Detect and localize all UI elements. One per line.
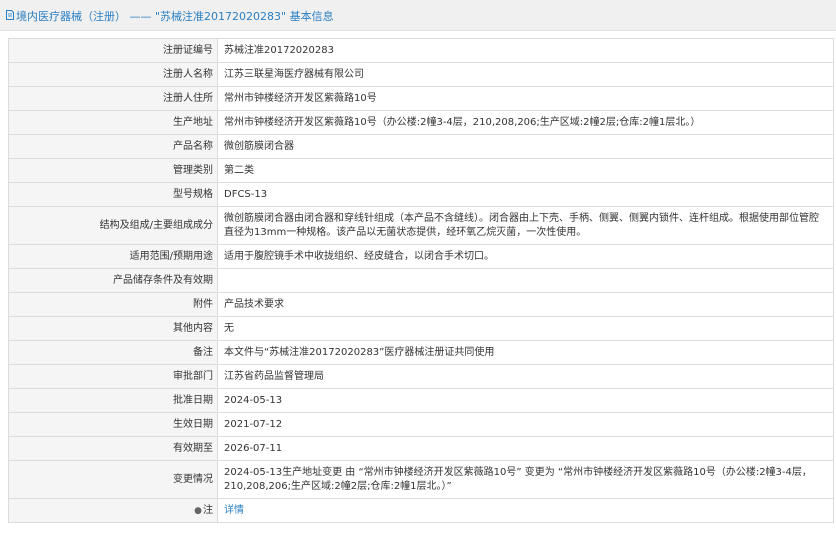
row-label: 备注 bbox=[8, 340, 218, 365]
table-row: 结构及组成/主要组成成分 微创筋膜闭合器由闭合器和穿线针组成（本产品不含缝线）。… bbox=[8, 206, 834, 245]
table-row: 注册人名称 江苏三联星海医疗器械有限公司 bbox=[8, 62, 834, 87]
row-label: 产品储存条件及有效期 bbox=[8, 268, 218, 293]
row-value: 2026-07-11 bbox=[217, 436, 834, 461]
row-label: 有效期至 bbox=[8, 436, 218, 461]
row-label: 审批部门 bbox=[8, 364, 218, 389]
row-value: 2024-05-13 bbox=[217, 388, 834, 413]
table-row: 审批部门 江苏省药品监督管理局 bbox=[8, 364, 834, 389]
row-label: 型号规格 bbox=[8, 182, 218, 207]
row-value: DFCS-13 bbox=[217, 182, 834, 207]
row-label: 适用范围/预期用途 bbox=[8, 244, 218, 269]
page-title: 境内医疗器械（注册） —— "苏械注准20172020283" 基本信息 bbox=[16, 10, 334, 23]
bulb-icon: ● bbox=[194, 505, 202, 516]
row-label: 变更情况 bbox=[8, 460, 218, 499]
table-row: 型号规格 DFCS-13 bbox=[8, 182, 834, 207]
table-row: 变更情况 2024-05-13生产地址变更 由 “常州市钟楼经济开发区紫薇路10… bbox=[8, 460, 834, 499]
note-label: 注 bbox=[203, 504, 213, 516]
row-value: 第二类 bbox=[217, 158, 834, 183]
table-row: 管理类别 第二类 bbox=[8, 158, 834, 183]
row-label: 产品名称 bbox=[8, 134, 218, 159]
info-table: 注册证编号 苏械注准20172020283 注册人名称 江苏三联星海医疗器械有限… bbox=[8, 38, 834, 523]
row-value: 无 bbox=[217, 316, 834, 341]
row-label: 批准日期 bbox=[8, 388, 218, 413]
table-row: 生效日期 2021-07-12 bbox=[8, 412, 834, 437]
table-row: 产品储存条件及有效期 bbox=[8, 268, 834, 293]
note-label-cell: ●注 bbox=[8, 498, 218, 523]
table-row: 注册人住所 常州市钟楼经济开发区紫薇路10号 bbox=[8, 86, 834, 111]
note-value: 详情 bbox=[217, 498, 834, 523]
details-link[interactable]: 详情 bbox=[224, 505, 244, 516]
table-row: 产品名称 微创筋膜闭合器 bbox=[8, 134, 834, 159]
row-value: 江苏省药品监督管理局 bbox=[217, 364, 834, 389]
row-value: 苏械注准20172020283 bbox=[217, 38, 834, 63]
row-label: 注册证编号 bbox=[8, 38, 218, 63]
row-value: 常州市钟楼经济开发区紫薇路10号 bbox=[217, 86, 834, 111]
row-value: 江苏三联星海医疗器械有限公司 bbox=[217, 62, 834, 87]
table-row: 生产地址 常州市钟楼经济开发区紫薇路10号（办公楼:2幢3-4层，210,208… bbox=[8, 110, 834, 135]
document-icon bbox=[6, 10, 14, 20]
row-value: 本文件与“苏械注准20172020283”医疗器械注册证共同使用 bbox=[217, 340, 834, 365]
table-row-note: ●注 详情 bbox=[8, 498, 834, 523]
row-label: 注册人住所 bbox=[8, 86, 218, 111]
table-row: 其他内容 无 bbox=[8, 316, 834, 341]
row-label: 其他内容 bbox=[8, 316, 218, 341]
row-value: 2024-05-13生产地址变更 由 “常州市钟楼经济开发区紫薇路10号” 变更… bbox=[217, 460, 834, 499]
row-label: 生产地址 bbox=[8, 110, 218, 135]
row-label: 生效日期 bbox=[8, 412, 218, 437]
row-value bbox=[217, 268, 834, 293]
row-value: 微创筋膜闭合器 bbox=[217, 134, 834, 159]
table-row: 附件 产品技术要求 bbox=[8, 292, 834, 317]
row-value: 微创筋膜闭合器由闭合器和穿线针组成（本产品不含缝线）。闭合器由上下壳、手柄、侧翼… bbox=[217, 206, 834, 245]
table-row: 备注 本文件与“苏械注准20172020283”医疗器械注册证共同使用 bbox=[8, 340, 834, 365]
page-header: 境内医疗器械（注册） —— "苏械注准20172020283" 基本信息 bbox=[0, 0, 836, 31]
row-value: 2021-07-12 bbox=[217, 412, 834, 437]
table-row: 批准日期 2024-05-13 bbox=[8, 388, 834, 413]
table-row: 注册证编号 苏械注准20172020283 bbox=[8, 38, 834, 63]
row-label: 管理类别 bbox=[8, 158, 218, 183]
row-label: 注册人名称 bbox=[8, 62, 218, 87]
row-value: 产品技术要求 bbox=[217, 292, 834, 317]
row-label: 附件 bbox=[8, 292, 218, 317]
table-row: 有效期至 2026-07-11 bbox=[8, 436, 834, 461]
row-value: 适用于腹腔镜手术中收拢组织、经皮缝合，以闭合手术切口。 bbox=[217, 244, 834, 269]
row-value: 常州市钟楼经济开发区紫薇路10号（办公楼:2幢3-4层，210,208,206;… bbox=[217, 110, 834, 135]
table-row: 适用范围/预期用途 适用于腹腔镜手术中收拢组织、经皮缝合，以闭合手术切口。 bbox=[8, 244, 834, 269]
row-label: 结构及组成/主要组成成分 bbox=[8, 206, 218, 245]
